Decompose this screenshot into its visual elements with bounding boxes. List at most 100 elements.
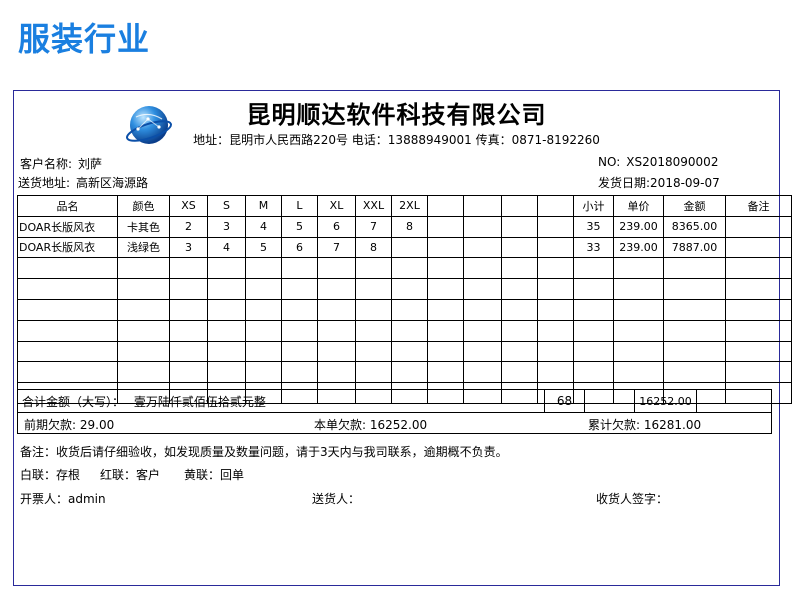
table-cell: 2 [169,215,208,238]
table-cell [573,340,614,363]
table-header-cell: 小计 [573,195,614,217]
table-header-cell: 金额 [663,195,726,217]
table-cell [663,278,726,300]
table-cell [663,361,726,384]
table-cell [317,298,356,321]
table-cell [17,340,118,363]
table-cell [573,278,614,300]
table-cell [537,298,574,321]
table-cell [17,278,118,300]
table-cell [463,236,502,259]
table-cell [663,298,726,321]
table-cell [117,340,170,363]
table-cell [501,340,538,363]
table-header-cell: XL [317,195,356,217]
table-cell [537,340,574,363]
invoice-no-value: XS2018090002 [626,155,719,169]
invoice-no-label: NO: [598,155,621,169]
table-cell: 35 [573,215,614,238]
empty-cell [584,389,635,413]
table-cell [427,298,464,321]
table-cell: 239.00 [613,215,664,238]
table-cell [317,340,356,363]
table-cell [537,278,574,300]
table-cell [427,278,464,300]
totals-table: 合计金额（大写）： 壹万陆仟贰佰伍拾贰元整 68 16252.00 前期欠款: … [17,389,772,434]
table-header-cell: 2XL [391,195,428,217]
table-cell: 239.00 [613,236,664,259]
table-cell [725,236,792,259]
table-cell [501,215,538,238]
table-row-empty [17,319,792,342]
table-cell [725,298,792,321]
table-cell [613,278,664,300]
table-cell [501,257,538,280]
table-cell [501,361,538,384]
table-cell [245,257,282,280]
table-cell: DOAR长版风衣 [17,236,118,259]
table-cell [391,278,428,300]
table-cell: 6 [317,215,356,238]
table-header-cell [537,195,574,217]
table-cell [169,278,208,300]
table-cell [391,298,428,321]
invoice-frame: 昆明顺达软件科技有限公司 地址：昆明市人民西路220号 电话：138889490… [13,90,792,586]
table-cell [207,257,246,280]
table-cell [17,298,118,321]
table-cell [427,340,464,363]
address-value: 高新区海源路 [76,176,149,190]
table-row: DOAR长版风衣 卡其色 2 3 4 5 6 7 8 35 239.00 8365.00 [17,215,792,238]
table-cell [245,319,282,342]
table-cell [391,340,428,363]
table-cell [245,361,282,384]
goods-table: 品名 颜色 XS S M L XL XXL 2XL 小计 单价 金额 备注 DOAR长版风衣 卡其色 2 3 4 5… [17,195,792,404]
table-cell [725,257,792,280]
table-cell [537,257,574,280]
table-cell [613,340,664,363]
table-cell [17,361,118,384]
table-cell [169,319,208,342]
table-cell [573,319,614,342]
table-cell [463,278,502,300]
table-cell [317,278,356,300]
copy-red: 红联：客户 [100,468,161,482]
table-cell [281,340,318,363]
table-cell [613,298,664,321]
table-cell [169,340,208,363]
table-cell: 4 [207,236,246,259]
table-cell [245,278,282,300]
table-cell [573,298,614,321]
table-cell [281,319,318,342]
table-header-cell: XS [169,195,208,217]
table-cell: 7 [355,215,392,238]
table-row-empty [17,298,792,321]
table-cell [207,319,246,342]
table-cell [573,257,614,280]
this-debt: 本单欠款: 16252.00 [314,418,428,432]
table-row-empty [17,257,792,280]
table-cell: 33 [573,236,614,259]
table-header-cell: 单价 [613,195,664,217]
company-name: 昆明顺达软件科技有限公司 [246,101,547,129]
table-cell [355,257,392,280]
table-cell [117,298,170,321]
amount-words-label: 合计金额（大写）： [22,394,125,409]
table-cell [427,215,464,238]
table-cell [245,340,282,363]
debt-row: 前期欠款: 29.00 本单欠款: 16252.00 累计欠款: 16281.0… [17,412,772,434]
prev-debt: 前期欠款: 29.00 [24,418,115,432]
table-cell [725,278,792,300]
table-cell [427,257,464,280]
table-cell: 浅绿色 [117,236,170,259]
table-cell [207,361,246,384]
ship-date-value: 2018-09-07 [650,176,720,190]
table-cell: 3 [169,236,208,259]
table-cell [281,298,318,321]
table-cell [169,361,208,384]
table-cell [463,319,502,342]
cum-debt: 累计欠款: 16281.00 [588,418,702,432]
table-cell [355,278,392,300]
table-cell [463,298,502,321]
table-row-empty [17,340,792,363]
table-header-cell: M [245,195,282,217]
